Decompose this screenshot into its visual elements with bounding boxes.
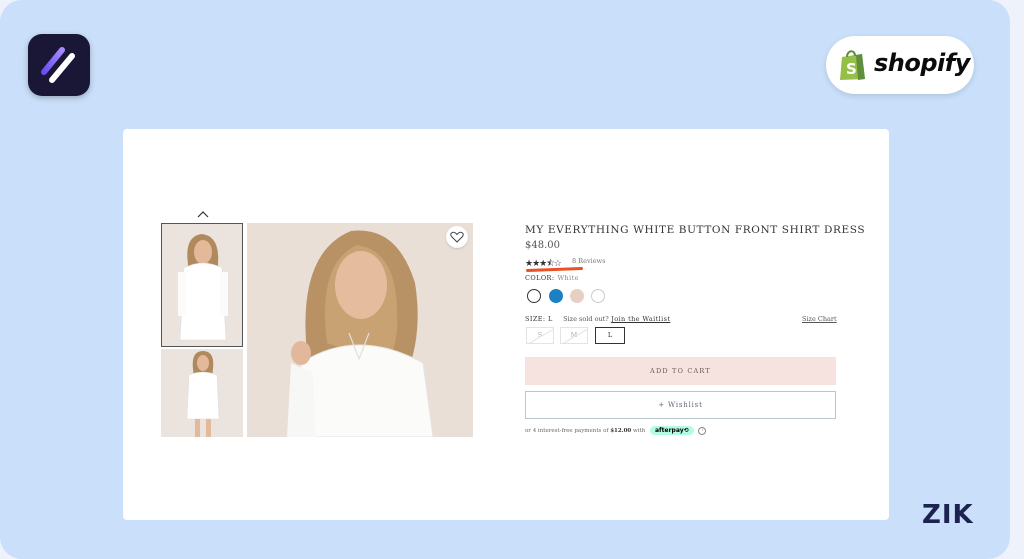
product-price: $48.00: [525, 240, 560, 251]
thumbnail-2[interactable]: [161, 349, 243, 437]
product-thumbnail-image: [161, 349, 243, 437]
size-value: L: [547, 315, 553, 323]
size-row: SIZE: L Size sold out? Join the Waitlist: [525, 315, 670, 323]
shopify-logo: S shopify: [826, 36, 974, 94]
app-logo-icon: [41, 47, 75, 83]
size-chart-link[interactable]: Size Chart: [802, 315, 837, 323]
model-photo: [247, 223, 473, 437]
swatch-blush[interactable]: [570, 289, 584, 303]
app-logo: [28, 34, 90, 96]
reviews-link[interactable]: 8 Reviews: [572, 257, 605, 265]
wishlist-button[interactable]: + Wishlist: [525, 391, 836, 419]
swatch-blue[interactable]: [549, 289, 563, 303]
join-waitlist-link[interactable]: Join the Waitlist: [611, 315, 670, 323]
product-thumbnail-image: [162, 224, 242, 346]
size-option-s[interactable]: S: [526, 327, 554, 344]
favorite-button[interactable]: [446, 226, 468, 248]
zik-watermark: ZIK: [922, 500, 974, 530]
swatch-white[interactable]: [527, 289, 541, 303]
info-icon[interactable]: i: [698, 426, 707, 435]
product-title: MY EVERYTHING WHITE BUTTON FRONT SHIRT D…: [525, 224, 866, 236]
afterpay-badge[interactable]: afterpay⟲: [650, 426, 694, 435]
color-label-row: COLOR: White: [525, 274, 579, 282]
afterpay-prefix: or 4 interest-free payments of: [525, 428, 609, 434]
main-product-image[interactable]: [247, 223, 473, 437]
sold-out-text: Size sold out?: [563, 315, 609, 323]
color-value: White: [557, 274, 579, 282]
color-label: COLOR:: [525, 274, 555, 282]
svg-text:S: S: [846, 60, 857, 78]
afterpay-amount: $12.00: [610, 428, 632, 434]
size-option-l[interactable]: L: [595, 327, 625, 344]
thumbnail-1[interactable]: [161, 223, 243, 347]
product-card: MY EVERYTHING WHITE BUTTON FRONT SHIRT D…: [123, 129, 889, 520]
heart-icon: [450, 231, 464, 243]
swatch-ivory[interactable]: [591, 289, 605, 303]
chevron-up-icon[interactable]: [196, 209, 210, 219]
add-to-cart-button[interactable]: ADD TO CART: [525, 357, 836, 385]
shopify-wordmark: shopify: [874, 49, 970, 77]
shopify-bag-icon: S: [840, 50, 865, 80]
size-option-m[interactable]: M: [560, 327, 588, 344]
afterpay-line: or 4 interest-free payments of $12.00 wi…: [525, 426, 707, 435]
afterpay-with: with: [633, 428, 646, 434]
size-label: SIZE:: [525, 315, 546, 323]
